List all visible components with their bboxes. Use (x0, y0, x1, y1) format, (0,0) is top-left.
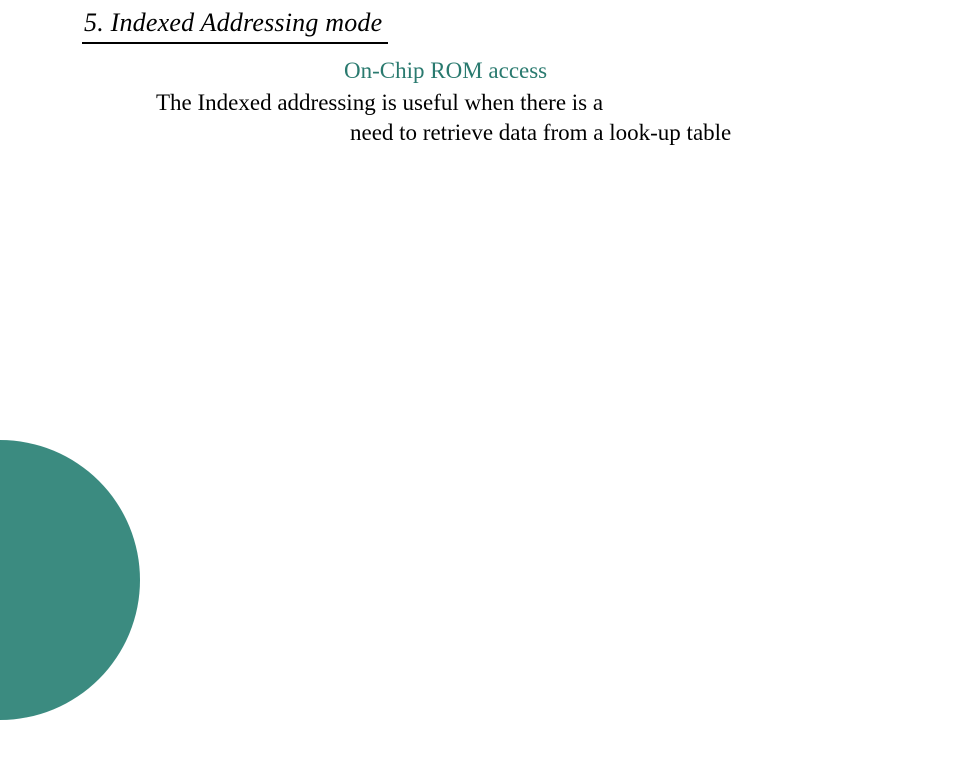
title-underline (82, 42, 388, 44)
body-line-2: need to retrieve data from a look-up tab… (350, 118, 731, 148)
subheading: On-Chip ROM access (344, 56, 731, 86)
slide-title: 5. Indexed Addressing mode (84, 8, 382, 38)
corner-circle-decoration (0, 440, 140, 720)
slide: 5. Indexed Addressing mode On-Chip ROM a… (0, 0, 960, 540)
slide-body: On-Chip ROM access The Indexed addressin… (156, 56, 731, 148)
body-line-1: The Indexed addressing is useful when th… (156, 88, 731, 118)
